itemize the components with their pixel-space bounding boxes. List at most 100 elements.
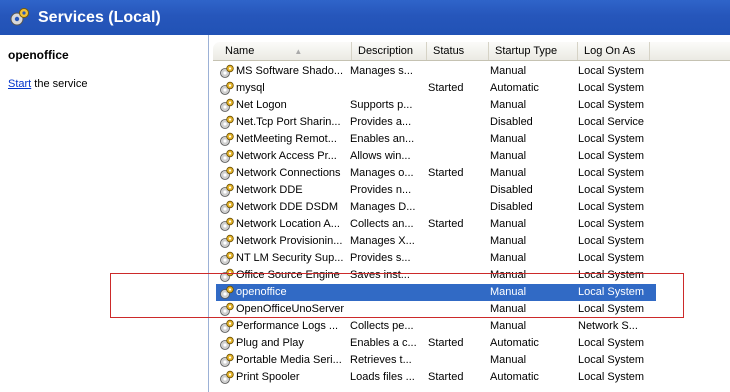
service-row[interactable]: Plug and Play Enables a c... Started Automa…	[209, 335, 730, 352]
service-gear-icon	[219, 132, 235, 147]
column-header-startup-type[interactable]: Startup Type	[489, 42, 578, 60]
sort-ascending-icon: ▲	[294, 47, 303, 56]
service-log-on-as: Local System	[578, 286, 645, 298]
service-row[interactable]: mysql Started Automatic Local System	[209, 80, 730, 97]
service-status: Started	[428, 82, 464, 94]
service-description: Provides s...	[350, 252, 411, 264]
column-header-log-on-as[interactable]: Log On As	[578, 42, 650, 60]
service-gear-icon	[219, 166, 235, 181]
service-name: mysql	[236, 82, 265, 94]
service-startup-type: Manual	[490, 99, 527, 111]
service-startup-type: Manual	[490, 65, 527, 77]
service-gear-icon	[219, 183, 235, 198]
service-row[interactable]: Network DDE DSDM Manages D... Disabled Loca…	[209, 199, 730, 216]
service-log-on-as: Local System	[578, 354, 645, 366]
service-gear-icon	[219, 336, 235, 351]
window-title-bar: Services (Local)	[0, 0, 730, 35]
service-startup-type: Manual	[490, 320, 527, 332]
service-startup-type: Manual	[490, 150, 527, 162]
service-description: Manages s...	[350, 65, 413, 77]
service-name: OpenOfficeUnoServer	[236, 303, 345, 315]
service-gear-icon	[219, 200, 235, 215]
column-header-status[interactable]: Status	[427, 42, 489, 60]
service-name: Net Logon	[236, 99, 287, 111]
service-startup-type: Manual	[490, 218, 527, 230]
service-status: Started	[428, 218, 464, 230]
service-name: Network Provisionin...	[236, 235, 343, 247]
service-log-on-as: Local System	[578, 99, 645, 111]
service-description: Enables an...	[350, 133, 415, 145]
service-name: NT LM Security Sup...	[236, 252, 344, 264]
service-gear-icon	[219, 302, 235, 317]
service-startup-type: Manual	[490, 252, 527, 264]
service-status	[428, 131, 483, 148]
service-description: Retrieves t...	[350, 354, 412, 366]
column-header-row: Name ▲ Description Status Startup Type Lo…	[213, 42, 730, 61]
service-status	[428, 301, 483, 318]
selected-service-title: openoffice	[8, 48, 69, 62]
service-gear-icon	[219, 149, 235, 164]
service-log-on-as: Local Service	[578, 116, 645, 128]
service-status: Started	[428, 337, 464, 349]
service-log-on-as: Local System	[578, 269, 645, 281]
service-startup-type: Disabled	[490, 201, 533, 213]
service-name: Office Source Engine	[236, 269, 340, 281]
service-status	[428, 267, 483, 284]
services-list-pane: Name ▲ Description Status Startup Type Lo…	[209, 35, 730, 392]
service-row[interactable]: Net Logon Supports p... Manual Local System	[209, 97, 730, 114]
service-log-on-as: Local System	[578, 371, 645, 383]
service-status: Started	[428, 167, 464, 179]
service-status	[428, 284, 483, 301]
window-title: Services (Local)	[38, 8, 161, 26]
service-description: Allows win...	[350, 150, 411, 162]
service-row[interactable]: Office Source Engine Saves inst... Manual L…	[209, 267, 730, 284]
service-row[interactable]: Network Provisionin... Manages X... Manual…	[209, 233, 730, 250]
service-name: Network Access Pr...	[236, 150, 337, 162]
service-description: Loads files ...	[350, 371, 415, 383]
service-detail-pane: openoffice Start the service	[0, 35, 209, 392]
service-log-on-as: Local System	[578, 235, 645, 247]
service-row[interactable]: NetMeeting Remot... Enables an... Manual Lo…	[209, 131, 730, 148]
service-row[interactable]: Portable Media Seri... Retrieves t... Manu…	[209, 352, 730, 369]
service-name: NetMeeting Remot...	[236, 133, 337, 145]
service-description: Supports p...	[350, 99, 413, 111]
services-list: MS Software Shado... Manages s... Manual Lo…	[209, 63, 730, 386]
service-startup-type: Automatic	[490, 82, 539, 94]
service-row[interactable]: Network DDE Provides n... Disabled Local Sy…	[209, 182, 730, 199]
start-service-link[interactable]: Start	[8, 78, 31, 90]
service-description: Enables a c...	[350, 337, 417, 349]
service-status	[428, 114, 483, 131]
column-header-description[interactable]: Description	[352, 42, 427, 60]
service-name: Print Spooler	[236, 371, 300, 383]
service-name: Portable Media Seri...	[236, 354, 342, 366]
service-log-on-as: Local System	[578, 201, 645, 213]
service-startup-type: Disabled	[490, 184, 533, 196]
column-header-name[interactable]: Name ▲	[219, 42, 352, 60]
service-row[interactable]: Performance Logs ... Collects pe... Manual…	[209, 318, 730, 335]
service-row[interactable]: OpenOfficeUnoServer Manual Local System	[209, 301, 730, 318]
service-row[interactable]: Print Spooler Loads files ... Started Autom…	[209, 369, 730, 386]
service-row[interactable]: Net.Tcp Port Sharin... Provides a... Disab…	[209, 114, 730, 131]
service-log-on-as: Local System	[578, 252, 645, 264]
service-startup-type: Manual	[490, 133, 527, 145]
service-startup-type: Automatic	[490, 371, 539, 383]
service-log-on-as: Local System	[578, 82, 645, 94]
service-startup-type: Manual	[490, 167, 527, 179]
service-log-on-as: Local System	[578, 218, 645, 230]
service-status	[428, 250, 483, 267]
service-log-on-as: Local System	[578, 133, 645, 145]
service-startup-type: Automatic	[490, 337, 539, 349]
service-gear-icon	[219, 370, 235, 385]
service-status	[428, 318, 483, 335]
service-description: Saves inst...	[350, 269, 410, 281]
service-row[interactable]: Network Location A... Collects an... Start…	[209, 216, 730, 233]
service-row[interactable]: Network Access Pr... Allows win... Manual L…	[209, 148, 730, 165]
service-row[interactable]: Network Connections Manages o... Started Ma…	[209, 165, 730, 182]
service-row[interactable]: openoffice Manual Local System	[209, 284, 730, 301]
service-name: Plug and Play	[236, 337, 304, 349]
service-log-on-as: Local System	[578, 167, 645, 179]
service-row[interactable]: NT LM Security Sup... Provides s... Manual…	[209, 250, 730, 267]
service-row[interactable]: MS Software Shado... Manages s... Manual Lo…	[209, 63, 730, 80]
service-action: Start the service	[8, 78, 87, 90]
service-log-on-as: Local System	[578, 337, 645, 349]
